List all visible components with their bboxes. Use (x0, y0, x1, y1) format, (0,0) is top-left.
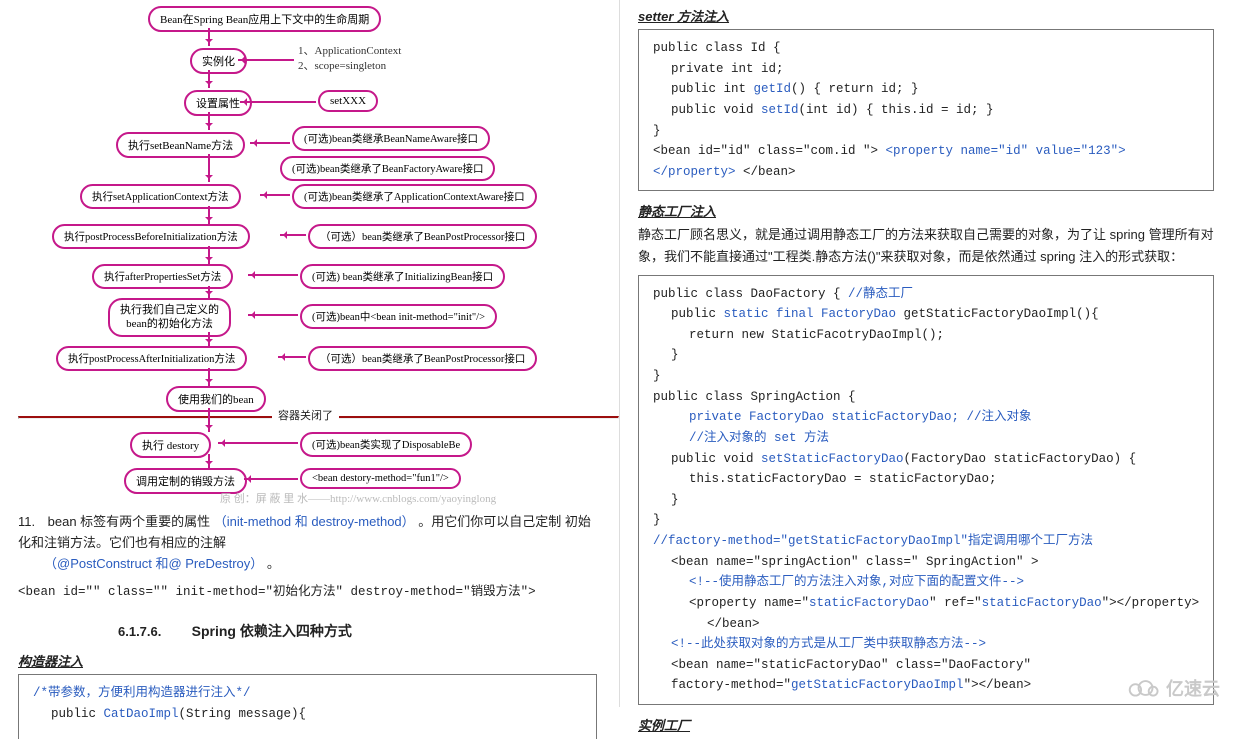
flow-n11r: <bean destory-method="fun1"/> (300, 468, 461, 489)
flow-title: Bean在Spring Bean应用上下文中的生命周期 (148, 6, 381, 32)
brand-logo: 亿速云 (1124, 675, 1220, 701)
flow-n7: 执行我们自己定义的 bean的初始化方法 (108, 298, 231, 337)
flow-n8r: （可选）bean类继承了BeanPostProcessor接口 (308, 346, 537, 371)
code-static-factory: public class DaoFactory { //静态工厂 public … (638, 275, 1214, 706)
flow-watermark: 原 创：屏 蔽 里 水——http://www.cnblogs.com/yaoy… (220, 490, 496, 506)
flow-n9: 使用我们的bean (166, 386, 266, 412)
flow-n7r: (可选)bean中<bean init-method="init"/> (300, 304, 497, 329)
code-setter: public class Id { private int id; public… (638, 29, 1214, 191)
flowchart: Bean在Spring Bean应用上下文中的生命周期 实例化 1、Applic… (18, 6, 597, 506)
flow-n8: 执行postProcessAfterInitialization方法 (56, 346, 247, 371)
flow-n4r: (可选)bean类继承了ApplicationContextAware接口 (292, 184, 537, 209)
left-h-constructor: 构造器注入 (18, 651, 597, 670)
right-h-setter: setter 方法注入 (638, 6, 1214, 25)
list-item-11: 11. bean 标签有两个重要的属性 （init-method 和 destr… (18, 512, 597, 574)
cloud-icon (1124, 677, 1162, 699)
right-column: setter 方法注入 public class Id { private in… (620, 0, 1240, 707)
right-h-static-factory: 静态工厂注入 (638, 201, 1214, 220)
flow-sep: 容器关闭了 (272, 407, 339, 423)
flow-n10r: (可选)bean类实现了DisposableBe (300, 432, 472, 457)
right-h-instance-factory: 实例工厂 (638, 715, 1214, 734)
flow-n3: 执行setBeanName方法 (116, 132, 245, 158)
section-heading: 6.1.7.6. Spring 依赖注入四种方式 (118, 621, 597, 641)
left-column: Bean在Spring Bean应用上下文中的生命周期 实例化 1、Applic… (0, 0, 620, 707)
brand-text: 亿速云 (1166, 675, 1220, 701)
right-p-static-factory: 静态工厂顾名思义，就是通过调用静态工厂的方法来获取自己需要的对象，为了让 spr… (638, 224, 1214, 268)
flow-n2r: setXXX (318, 90, 378, 112)
flow-n3r2: (可选)bean类继承了BeanFactoryAware接口 (280, 156, 495, 181)
flow-n6: 执行afterPropertiesSet方法 (92, 264, 233, 289)
flow-n5r: （可选）bean类继承了BeanPostProcessor接口 (308, 224, 537, 249)
flow-n6r: (可选) bean类继承了InitializingBean接口 (300, 264, 505, 289)
flow-n4: 执行setApplicationContext方法 (80, 184, 241, 209)
flow-n1r: 1、ApplicationContext 2、scope=singleton (298, 44, 401, 74)
flow-n5: 执行postProcessBeforeInitialization方法 (52, 224, 250, 249)
flow-n3r: (可选)bean类继承BeanNameAware接口 (292, 126, 490, 151)
flow-n10: 执行 destory (130, 432, 211, 458)
bean-tag: <bean id="" class="" init-method="初始化方法"… (18, 580, 597, 599)
